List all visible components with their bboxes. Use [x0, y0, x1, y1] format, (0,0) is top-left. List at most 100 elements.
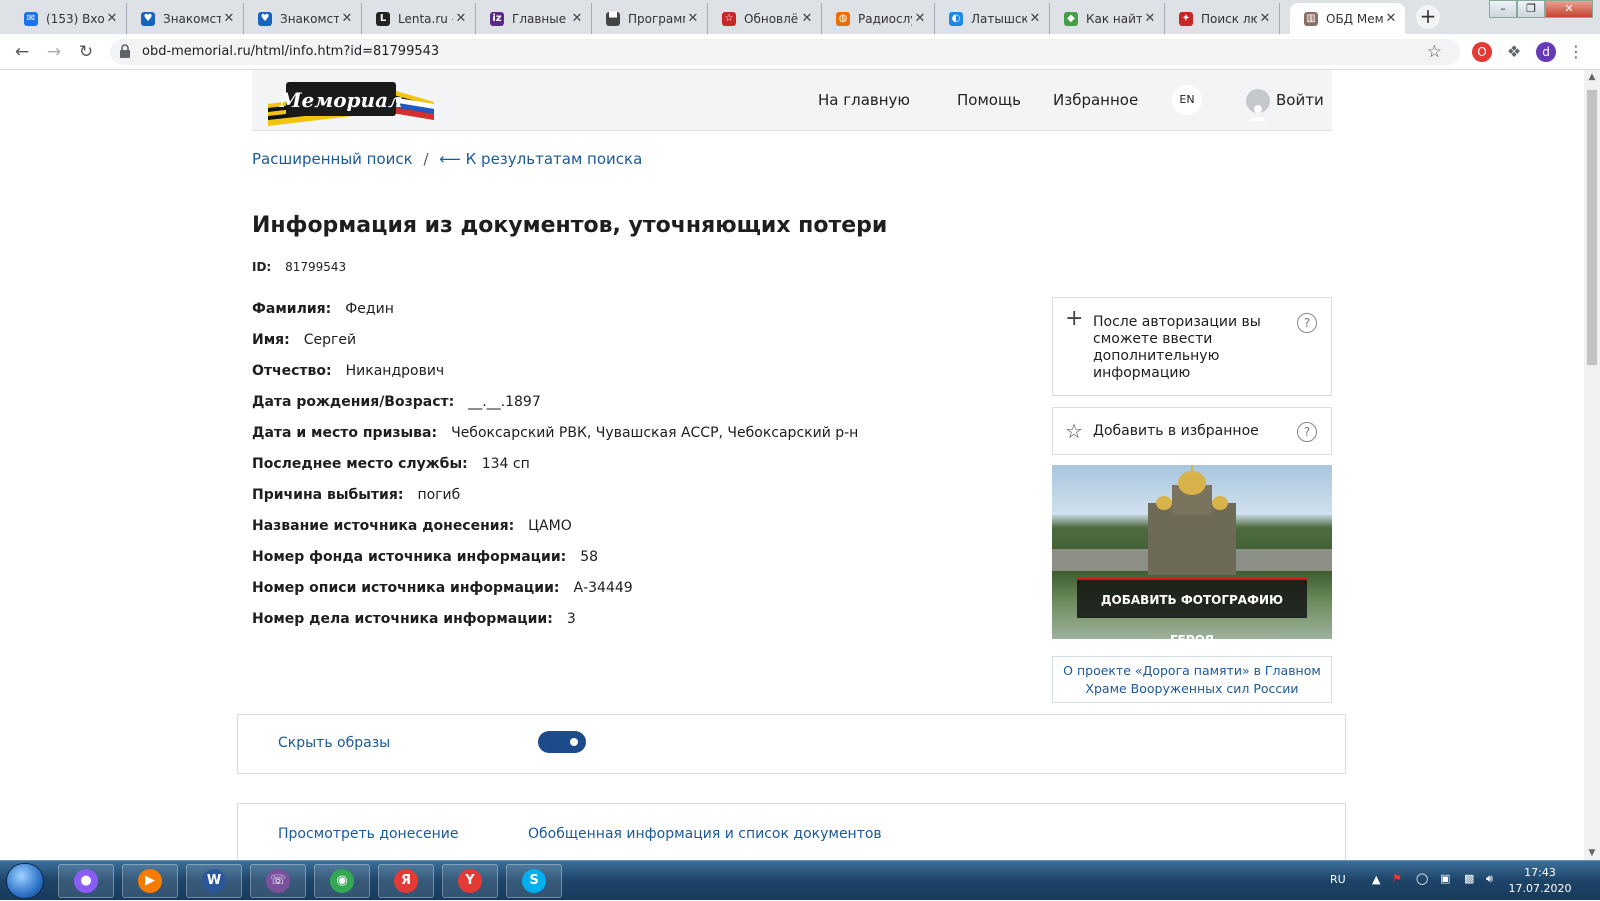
nav-help-link[interactable]: Помощь	[957, 70, 1021, 131]
taskbar-app-button[interactable]: Я	[378, 864, 434, 898]
bookmark-star-icon[interactable]: ☆	[1427, 39, 1442, 65]
browser-tab[interactable]: iz Главные новости✕	[476, 3, 592, 34]
close-tab-icon[interactable]: ✕	[221, 11, 237, 26]
auth-info-box[interactable]: + После авторизации вы сможете ввести до…	[1052, 297, 1332, 396]
record-id-value: 81799543	[285, 260, 347, 274]
plus-icon[interactable]: +	[1065, 306, 1083, 331]
field-value: 3	[566, 611, 576, 627]
new-tab-button[interactable]: +	[1416, 5, 1440, 29]
field-label: Номер фонда источника информации:	[252, 549, 567, 565]
taskbar-app-button[interactable]: ☏	[250, 864, 306, 898]
add-to-favorites-box[interactable]: ☆ Добавить в избранное ?	[1052, 407, 1332, 455]
close-tab-icon[interactable]: ✕	[1142, 11, 1158, 26]
back-icon[interactable]: ←	[10, 40, 34, 64]
browser-tab[interactable]: ♥ Знакомства✕	[127, 3, 244, 34]
word-icon: W	[202, 869, 226, 893]
field-label: Номер описи источника информации:	[252, 580, 560, 596]
scroll-up-icon[interactable]: ▲	[1584, 72, 1600, 82]
close-tab-icon[interactable]: ✕	[799, 11, 815, 26]
add-hero-photo-card[interactable]: ДОБАВИТЬ ФОТОГРАФИЮ ГЕРОЯ	[1052, 465, 1332, 639]
taskbar-app-button[interactable]: W	[186, 864, 242, 898]
address-bar[interactable]: obd-memorial.ru/html/info.htm?id=8179954…	[110, 39, 1460, 65]
alice-icon: ●	[74, 869, 98, 893]
scroll-down-icon[interactable]: ▼	[1584, 848, 1600, 858]
back-to-results-link[interactable]: ⟵ К результатам поиска	[439, 150, 642, 168]
taskbar-app-button[interactable]: ●	[58, 864, 114, 898]
login-button[interactable]: Войти	[1246, 70, 1324, 131]
close-tab-icon[interactable]: ✕	[104, 11, 120, 26]
advanced-search-link[interactable]: Расширенный поиск	[252, 150, 413, 168]
browser-tab[interactable]: ✉ (153) Входящие✕	[10, 3, 127, 34]
memorial-logo[interactable]: Мемориал	[266, 76, 436, 128]
lenta-icon: L	[376, 11, 390, 26]
close-tab-icon[interactable]: ✕	[453, 11, 469, 26]
field-label: Последнее место службы:	[252, 456, 468, 472]
taskbar-app-button[interactable]: Y	[442, 864, 498, 898]
help-question-icon[interactable]: ?	[1297, 422, 1317, 442]
browser-tab[interactable]: ☆ Обновлённые✕	[708, 3, 822, 34]
summary-documents-link[interactable]: Обобщенная информация и список документо…	[528, 826, 882, 842]
tab-title: Знакомства	[163, 11, 221, 26]
nav-home-link[interactable]: На главную	[818, 70, 910, 131]
network-icon[interactable]: ▩	[1464, 872, 1474, 885]
tab-title: Радиослушатели	[858, 11, 912, 26]
browser-tab[interactable]: L Lenta.ru - ✕	[362, 3, 476, 34]
close-tab-icon[interactable]: ✕	[1027, 11, 1043, 26]
tray-expand-icon[interactable]: ▲	[1372, 873, 1380, 886]
extensions-puzzle-icon[interactable]: ❖	[1504, 42, 1524, 62]
opera-adblock-icon[interactable]: O	[1472, 42, 1492, 62]
close-tab-icon[interactable]: ✕	[685, 11, 701, 26]
close-window-button[interactable]: ✕	[1545, 0, 1593, 18]
forward-icon[interactable]: →	[42, 40, 66, 64]
browser-tab[interactable]: ◆ Как найти✕	[1050, 3, 1165, 34]
tray-device-icon[interactable]: ▣	[1440, 872, 1450, 885]
profile-avatar[interactable]: d	[1536, 42, 1556, 62]
road-of-memory-project-link[interactable]: О проекте «Дорога памяти» в Главном Храм…	[1052, 656, 1332, 703]
browser-tab[interactable]: ▀ Программа✕	[592, 3, 708, 34]
media-player-icon: ▶	[138, 869, 162, 893]
help-question-icon[interactable]: ?	[1297, 313, 1317, 333]
scrollbar-thumb[interactable]	[1587, 90, 1597, 365]
browser-menu-icon[interactable]: ⋮	[1566, 42, 1586, 62]
taskbar-app-button[interactable]: ◉	[314, 864, 370, 898]
tray-app-icon[interactable]: ◯	[1416, 872, 1428, 885]
field-label: Причина выбытия:	[252, 487, 404, 503]
field-label: Дата рождения/Возраст:	[252, 394, 455, 410]
volume-icon[interactable]: 🔊︎	[1486, 872, 1493, 886]
close-tab-icon[interactable]: ✕	[1257, 11, 1273, 26]
close-tab-icon[interactable]: ✕	[569, 11, 585, 26]
browser-tab[interactable]: ✦ Поиск людей✕	[1165, 3, 1280, 34]
page-scrollbar[interactable]: ▲ ▼	[1584, 70, 1600, 860]
view-report-link[interactable]: Просмотреть донесение	[278, 826, 459, 842]
flag-warning-icon[interactable]: ⚑	[1392, 872, 1402, 885]
input-language[interactable]: RU	[1330, 873, 1346, 886]
browser-tab[interactable]: ▥ ОБД Мемориал✕	[1290, 3, 1405, 34]
hide-images-label[interactable]: Скрыть образы	[278, 735, 390, 751]
add-hero-photo-button[interactable]: ДОБАВИТЬ ФОТОГРАФИЮ ГЕРОЯ	[1077, 578, 1307, 639]
browser-tab[interactable]: ♥ Знакомства✕	[244, 3, 362, 34]
url-text[interactable]: obd-memorial.ru/html/info.htm?id=8179954…	[142, 39, 439, 65]
auth-info-text: После авторизации вы сможете ввести допо…	[1093, 314, 1261, 381]
maximize-button[interactable]: ❐	[1517, 0, 1545, 18]
record-id-label: ID:	[252, 260, 272, 274]
clock[interactable]: 17:43 17.07.2020	[1500, 861, 1580, 897]
yandex-browser-icon: Y	[458, 869, 482, 893]
field-label: Отчество:	[252, 363, 332, 379]
world-icon: ◐	[949, 11, 963, 26]
close-tab-icon[interactable]: ✕	[912, 11, 928, 26]
language-en-button[interactable]: EN	[1172, 85, 1202, 115]
close-tab-icon[interactable]: ✕	[1383, 11, 1399, 26]
close-tab-icon[interactable]: ✕	[339, 11, 355, 26]
taskbar-app-button[interactable]: ▶	[122, 864, 178, 898]
start-button[interactable]	[6, 863, 44, 899]
hide-images-toggle[interactable]	[538, 731, 586, 753]
browser-tab[interactable]: ◍ Радиослушатели✕	[822, 3, 935, 34]
reload-icon[interactable]: ↻	[74, 40, 98, 64]
record-field: Отчество: Никандрович	[252, 363, 444, 379]
minimize-button[interactable]: –	[1489, 0, 1517, 18]
browser-tab[interactable]: ◐ Латышская✕	[935, 3, 1050, 34]
field-value: ЦАМО	[528, 518, 572, 534]
nav-favorites-link[interactable]: Избранное	[1053, 70, 1138, 131]
favorite-star-icon[interactable]: ☆	[1065, 419, 1083, 443]
taskbar-app-button[interactable]: S	[506, 864, 562, 898]
